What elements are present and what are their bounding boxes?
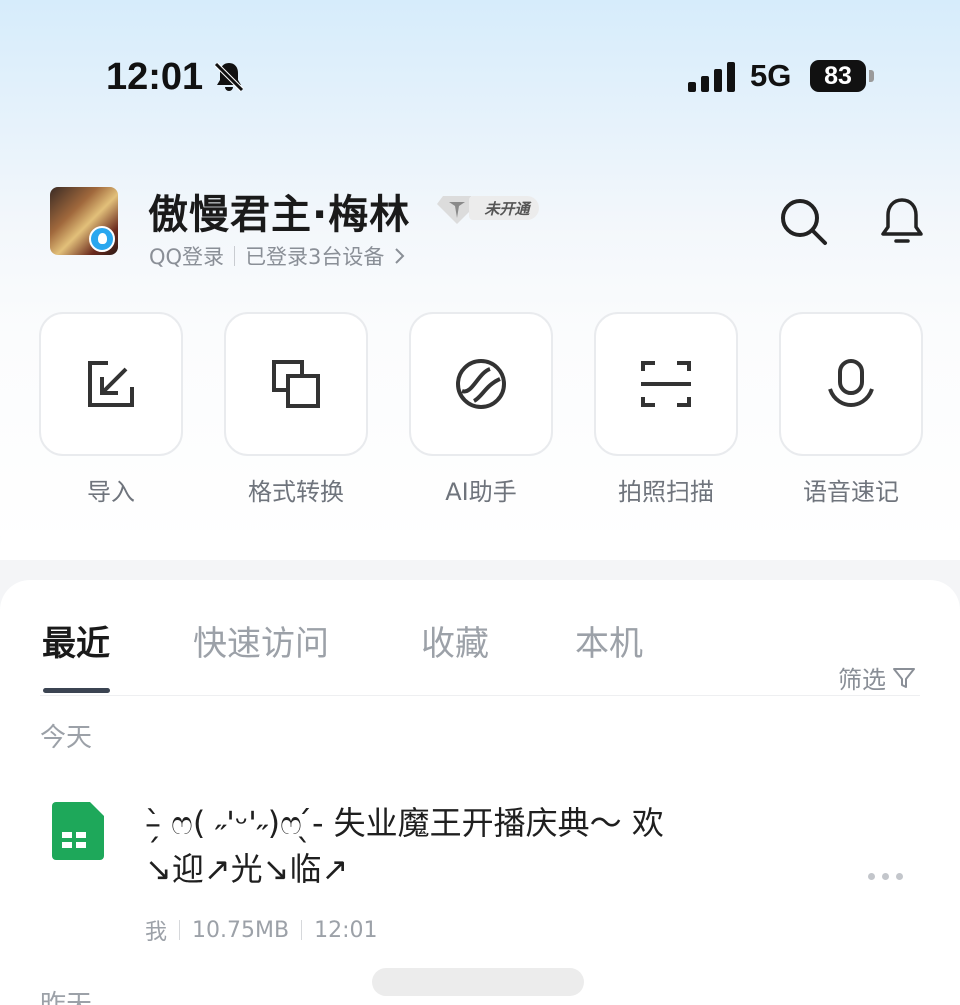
- bell-icon[interactable]: [876, 194, 928, 248]
- tab-local[interactable]: 本机: [575, 616, 643, 665]
- import-icon: [88, 361, 134, 407]
- divider: [179, 920, 181, 940]
- dot: [868, 872, 875, 880]
- action-tile[interactable]: [39, 312, 183, 456]
- login-info[interactable]: QQ登录 已登录3台设备: [149, 241, 406, 271]
- action-tile[interactable]: [779, 312, 923, 456]
- action-label: 拍照扫描: [618, 478, 714, 506]
- status-time: 12:01: [106, 56, 204, 98]
- bell-mute-icon: [214, 62, 244, 92]
- file-name-line: ↘迎↗光↘临↗: [145, 850, 349, 888]
- action-label: 格式转换: [248, 478, 344, 506]
- file-meta: 我 10.75MB 12:01: [145, 914, 377, 946]
- more-options-icon[interactable]: [868, 866, 914, 886]
- file-time: 12:01: [314, 917, 378, 943]
- file-list-card: 最近 快速访问 收藏 本机 筛选 今天 –̗̀ ෆ( ˶'ᵕ'˶)ෆ ̖́- 失…: [0, 580, 960, 1005]
- action-label: AI助手: [445, 478, 517, 506]
- file-name[interactable]: –̗̀ ෆ( ˶'ᵕ'˶)ෆ ̖́- 失业魔王开播庆典～ 欢 ↘迎↗光↘临↗: [145, 800, 835, 892]
- qq-badge-icon: [89, 226, 115, 252]
- file-size: 10.75MB: [192, 917, 290, 943]
- dot: [882, 872, 889, 880]
- action-label: 导入: [87, 478, 135, 506]
- file-owner: 我: [145, 920, 168, 945]
- user-name[interactable]: 傲慢君主·梅林: [148, 182, 410, 240]
- filter-label: 筛选: [838, 666, 886, 694]
- section-header-yesterday: 昨天: [40, 990, 93, 1005]
- tab-bar: 最近 快速访问 收藏 本机 筛选: [0, 616, 960, 696]
- action-tile[interactable]: [409, 312, 553, 456]
- tab-favorites[interactable]: 收藏: [421, 616, 489, 665]
- login-source: QQ登录: [149, 245, 225, 269]
- action-tile[interactable]: [594, 312, 738, 456]
- home-indicator: [372, 968, 584, 996]
- search-icon[interactable]: [778, 196, 830, 248]
- action-scan[interactable]: 拍照扫描: [594, 312, 738, 512]
- dot: [896, 872, 903, 880]
- action-label: 语音速记: [803, 478, 899, 506]
- status-bar: 12:01 5G 83: [0, 0, 960, 150]
- action-ai-assistant[interactable]: AI助手: [409, 312, 553, 512]
- battery-tip: [869, 70, 874, 82]
- divider: [301, 920, 303, 940]
- action-tile[interactable]: [224, 312, 368, 456]
- avatar[interactable]: [50, 187, 118, 255]
- action-voice-memo[interactable]: 语音速记: [779, 312, 923, 512]
- chevron-right-icon: [395, 248, 405, 264]
- quick-actions: 导入 格式转换 AI助手 拍照扫描 语音速记: [0, 312, 960, 522]
- vip-badge[interactable]: 未开通: [437, 190, 541, 226]
- action-import[interactable]: 导入: [39, 312, 183, 512]
- signal-strength-icon: [688, 62, 735, 92]
- tab-active-indicator: [43, 688, 110, 693]
- logged-devices: 已登录3台设备: [245, 245, 385, 269]
- tab-recent[interactable]: 最近: [42, 616, 110, 665]
- tab-divider: [40, 695, 920, 696]
- battery-indicator: 83: [810, 60, 866, 92]
- scan-icon: [641, 361, 691, 407]
- section-header-today: 今天: [40, 723, 93, 753]
- vip-status-label: 未开通: [469, 196, 539, 220]
- divider: [234, 246, 236, 266]
- file-list-item[interactable]: –̗̀ ෆ( ˶'ᵕ'˶)ෆ ̖́- 失业魔王开播庆典～ 欢 ↘迎↗光↘临↗ 我…: [0, 790, 960, 960]
- file-name-line: –̗̀ ෆ( ˶'ᵕ'˶)ෆ ̖́- 失业魔王开播庆典～ 欢: [145, 804, 664, 842]
- filter-icon: [893, 667, 915, 688]
- network-type: 5G: [750, 58, 792, 93]
- ai-assistant-icon: [456, 359, 506, 409]
- tab-quick-access[interactable]: 快速访问: [193, 616, 329, 665]
- spreadsheet-icon: [52, 802, 104, 860]
- filter-button[interactable]: 筛选: [838, 660, 916, 695]
- action-format-convert[interactable]: 格式转换: [224, 312, 368, 512]
- format-convert-icon: [272, 360, 320, 408]
- top-card-edge: [0, 530, 960, 554]
- voice-memo-icon: [828, 359, 874, 408]
